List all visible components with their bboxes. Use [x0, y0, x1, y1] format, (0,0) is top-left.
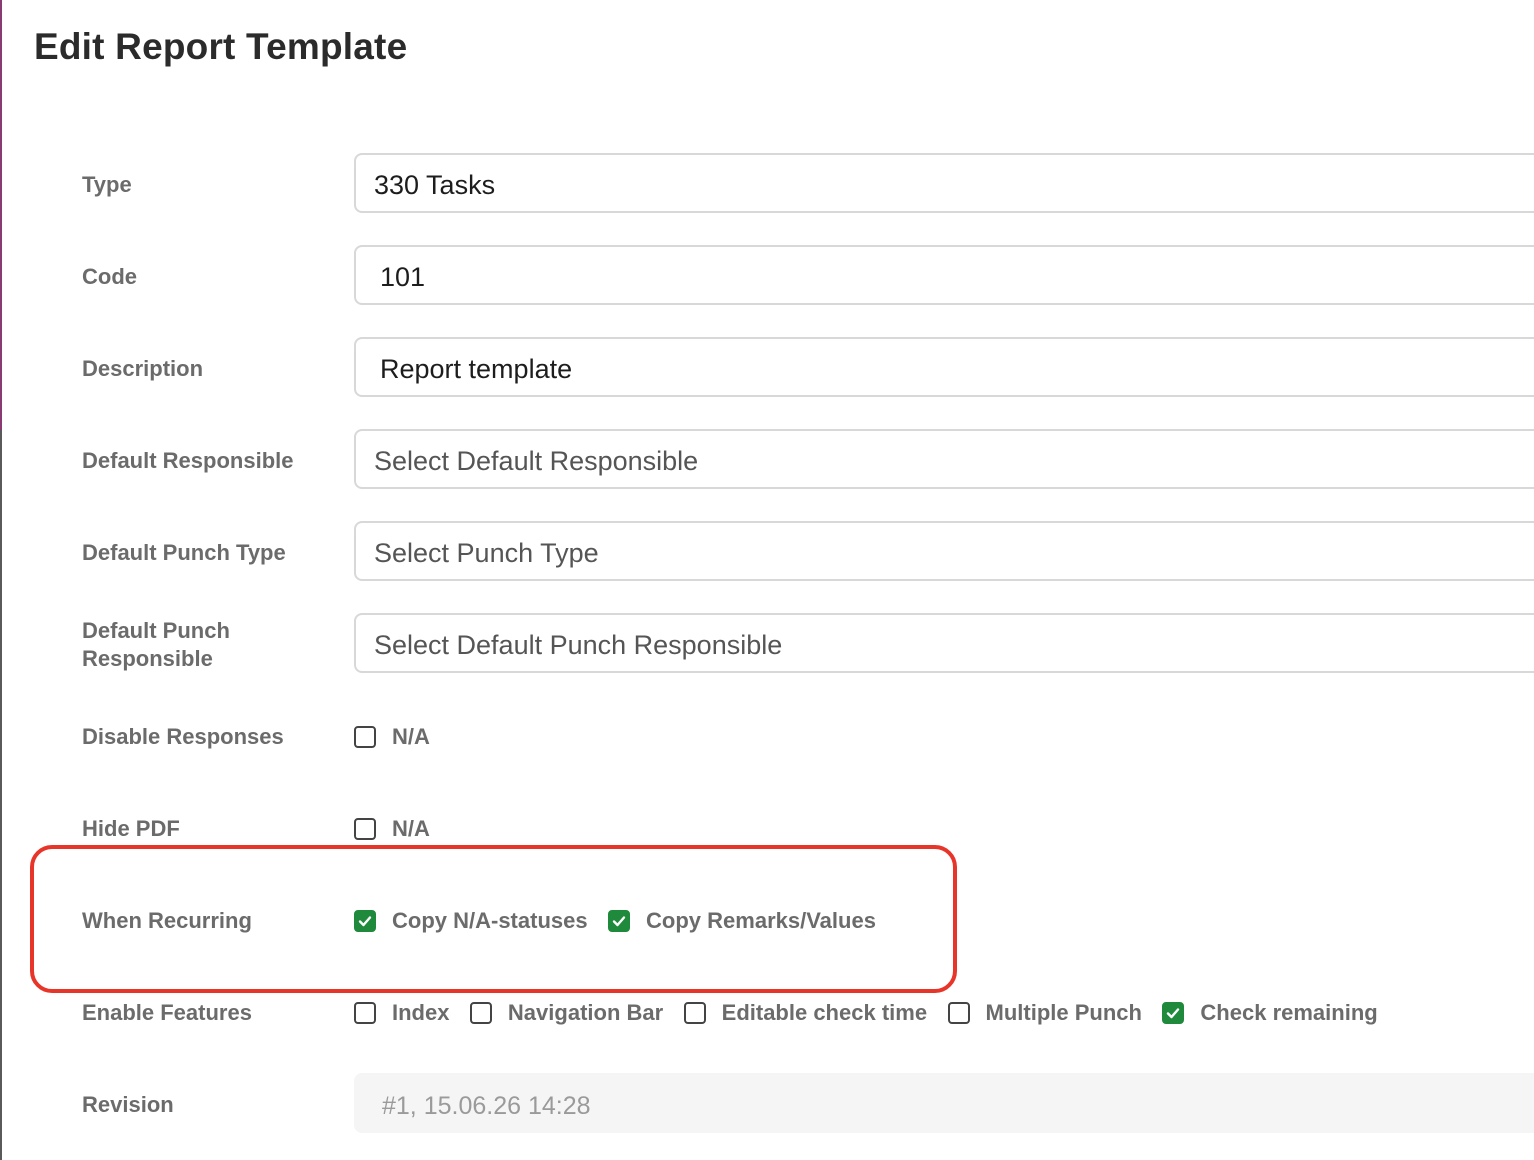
checkbox-label: N/A	[392, 724, 430, 749]
checkbox-box[interactable]	[354, 726, 376, 748]
highlight-annotation	[30, 845, 957, 993]
checkbox-label: Multiple Punch	[985, 1000, 1142, 1025]
checkbox-box[interactable]	[683, 1002, 706, 1024]
disable-responses-options: N/A	[354, 723, 446, 751]
revision-field: #1, 15.06.26 14:28	[354, 1073, 1534, 1133]
checkbox-label: Index	[392, 1000, 450, 1025]
editable-check-time-checkbox[interactable]: Editable check time	[683, 999, 928, 1027]
hide-pdf-na-checkbox[interactable]: N/A	[354, 815, 430, 843]
checkbox-box[interactable]	[354, 1002, 376, 1024]
default-responsible-placeholder: Select Default Responsible	[374, 446, 699, 476]
default-punch-type-select[interactable]: Select Punch Type	[354, 521, 1534, 581]
revision-row: Revision #1, 15.06.26 14:28	[0, 1073, 1534, 1137]
index-checkbox[interactable]: Index	[354, 999, 449, 1027]
checkbox-label: Check remaining	[1200, 1000, 1378, 1025]
checkbox-box[interactable]	[354, 818, 376, 840]
disable-responses-label: Disable Responses	[82, 724, 284, 749]
code-label: Code	[82, 264, 137, 289]
default-punch-responsible-label-line1: Default Punch	[82, 618, 230, 643]
type-label: Type	[82, 172, 132, 197]
revision-label: Revision	[82, 1092, 174, 1117]
enable-features-label: Enable Features	[82, 1000, 252, 1025]
hide-pdf-label: Hide PDF	[82, 816, 180, 841]
hide-pdf-options: N/A	[354, 815, 446, 843]
default-responsible-row: Default Responsible Select Default Respo…	[0, 429, 1534, 493]
checkbox-label: Editable check time	[721, 1000, 928, 1025]
default-punch-type-label: Default Punch Type	[82, 540, 286, 565]
type-value: 330 Tasks	[374, 170, 496, 200]
type-row: Type 330 Tasks	[0, 153, 1534, 217]
checkbox-label: Navigation Bar	[507, 1000, 664, 1025]
disable-responses-row: Disable Responses N/A	[0, 705, 1534, 769]
enable-features-options: Index Navigation Bar Editable check time…	[354, 999, 1394, 1027]
description-label: Description	[82, 356, 204, 381]
default-punch-responsible-placeholder: Select Default Punch Responsible	[374, 630, 783, 660]
navigation-bar-checkbox[interactable]: Navigation Bar	[469, 999, 664, 1027]
page-title: Edit Report Template	[34, 26, 408, 67]
checkbox-box[interactable]	[469, 1002, 492, 1024]
checkbox-box[interactable]	[947, 1002, 970, 1024]
check-remaining-checkbox[interactable]: Check remaining	[1162, 999, 1378, 1027]
disable-responses-na-checkbox[interactable]: N/A	[354, 723, 430, 751]
checkbox-box[interactable]	[1162, 1002, 1185, 1024]
description-row: Description Report template	[0, 337, 1534, 401]
checkmark-icon	[1167, 1008, 1180, 1019]
default-responsible-label: Default Responsible	[82, 448, 294, 473]
checkbox-label: N/A	[392, 816, 430, 841]
default-punch-responsible-row: Default Punch Responsible Select Default…	[0, 613, 1534, 677]
code-value: 101	[380, 262, 426, 292]
default-punch-type-row: Default Punch Type Select Punch Type	[0, 521, 1534, 585]
default-punch-responsible-select[interactable]: Select Default Punch Responsible	[354, 613, 1534, 673]
type-field[interactable]: 330 Tasks	[354, 153, 1534, 213]
description-field[interactable]: Report template	[354, 337, 1534, 397]
revision-value: #1, 15.06.26 14:28	[382, 1092, 591, 1120]
default-punch-type-placeholder: Select Punch Type	[374, 538, 599, 568]
code-row: Code 101	[0, 245, 1534, 309]
multiple-punch-checkbox[interactable]: Multiple Punch	[947, 999, 1142, 1027]
description-value: Report template	[380, 354, 573, 384]
code-field[interactable]: 101	[354, 245, 1534, 305]
default-punch-responsible-label: Default Punch Responsible	[82, 617, 332, 673]
default-punch-responsible-label-line2: Responsible	[82, 646, 213, 671]
default-responsible-select[interactable]: Select Default Responsible	[354, 429, 1534, 489]
